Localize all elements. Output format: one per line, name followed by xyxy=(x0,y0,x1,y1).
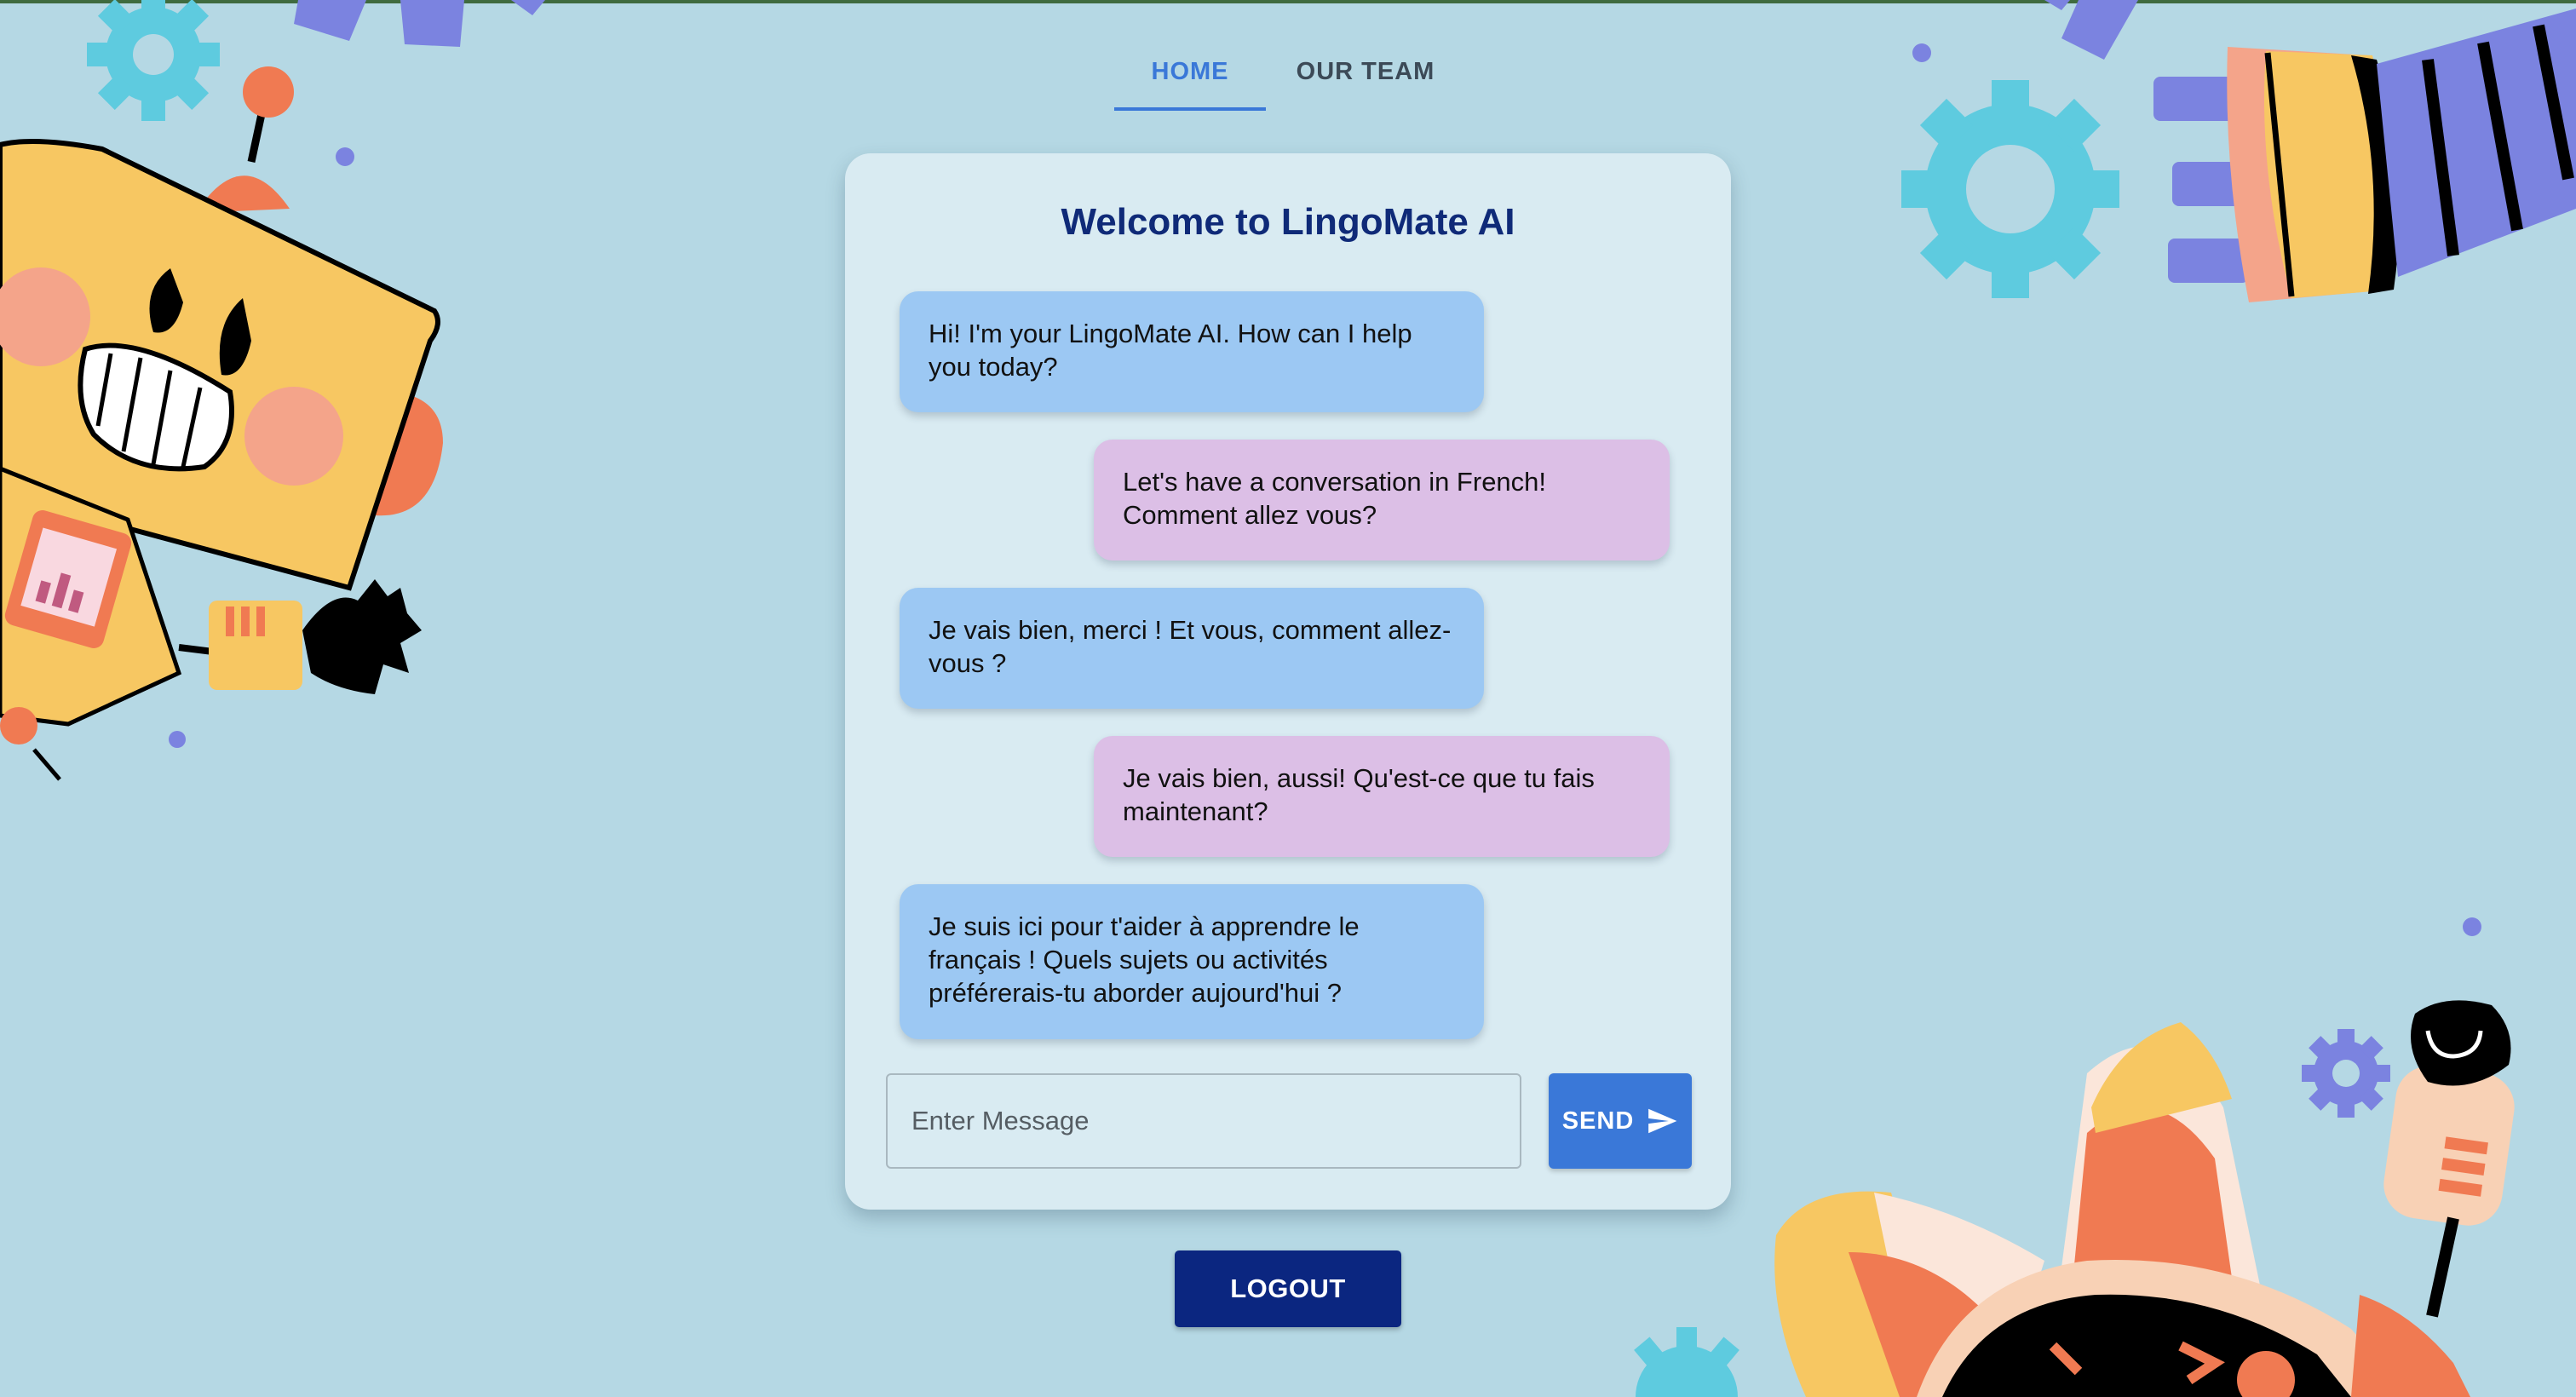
top-border xyxy=(0,0,2576,3)
send-button-label: SEND xyxy=(1561,1107,1635,1135)
user-message: Je vais bien, aussi! Qu'est-ce que tu fa… xyxy=(1094,736,1670,857)
active-tab-indicator xyxy=(1114,107,1266,111)
user-message: Let's have a conversation in French! Com… xyxy=(1094,440,1670,561)
logout-button[interactable]: LOGOUT xyxy=(1175,1250,1401,1327)
tab-our-team-label: OUR TEAM xyxy=(1296,58,1435,85)
send-arrow-icon xyxy=(1648,1108,1677,1134)
tab-our-team[interactable]: OUR TEAM xyxy=(1285,49,1446,111)
tab-home[interactable]: HOME xyxy=(1114,49,1266,111)
message-input-wrapper xyxy=(886,1073,1521,1169)
bot-message: Je suis ici pour t'aider à apprendre le … xyxy=(900,884,1484,1039)
cat-robot-illustration-bottom-right xyxy=(1774,1000,2515,1397)
nav-bar: HOME OUR TEAM xyxy=(0,49,2576,118)
bot-message: Je vais bien, merci ! Et vous, comment a… xyxy=(900,588,1484,709)
robot-illustration-left xyxy=(0,66,443,781)
chat-card: Welcome to LingoMate AI Hi! I'm your Lin… xyxy=(845,153,1731,1210)
gear-icon xyxy=(2302,1029,2390,1118)
chat-title: Welcome to LingoMate AI xyxy=(1061,201,1515,243)
bot-message: Hi! I'm your LingoMate AI. How can I hel… xyxy=(900,291,1484,412)
tab-home-label: HOME xyxy=(1151,58,1229,85)
message-input[interactable] xyxy=(888,1075,1520,1167)
send-button[interactable]: SEND xyxy=(1549,1073,1692,1169)
